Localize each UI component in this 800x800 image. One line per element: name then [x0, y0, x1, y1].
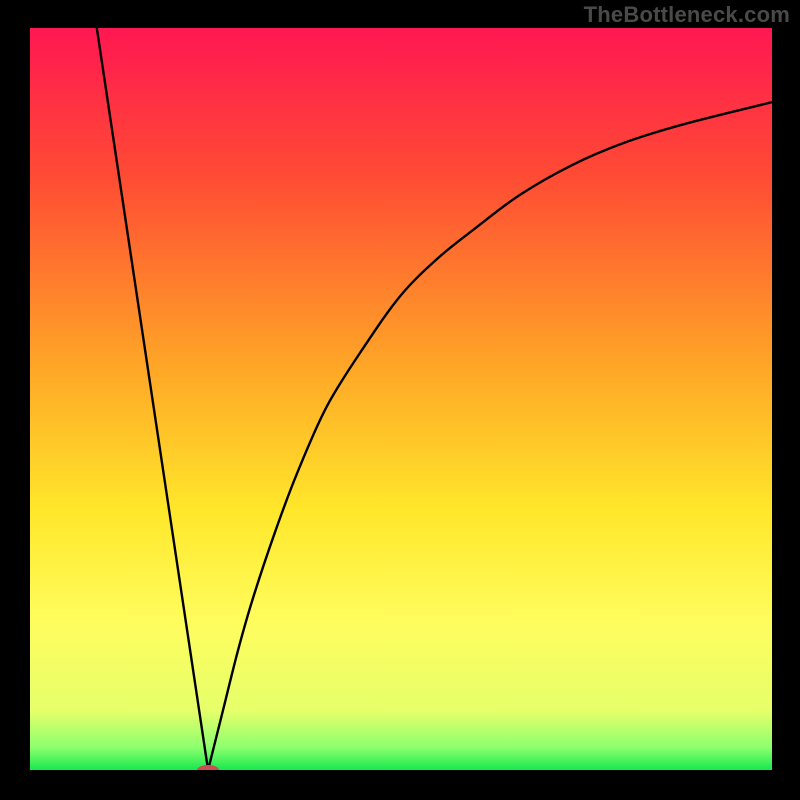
- watermark-text: TheBottleneck.com: [584, 2, 790, 28]
- chart-frame: TheBottleneck.com: [0, 0, 800, 800]
- gradient-background: [30, 28, 772, 770]
- bottleneck-curve-chart: [30, 28, 772, 770]
- plot-area: [30, 28, 772, 770]
